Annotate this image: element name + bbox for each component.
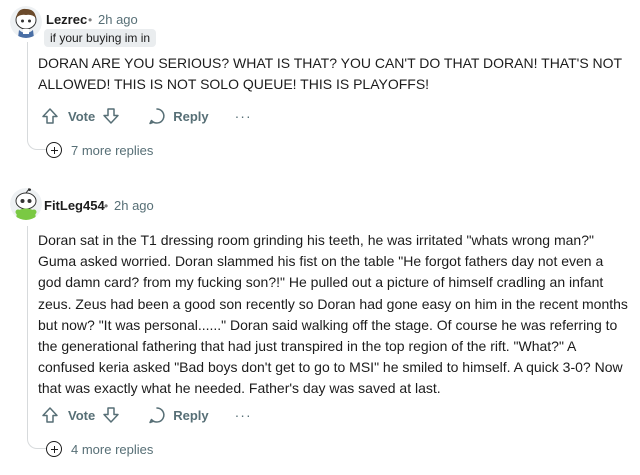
more-replies-button[interactable]: 7 more replies — [46, 142, 153, 158]
meta-separator: • — [104, 199, 109, 213]
snoo-avatar-icon[interactable] — [10, 188, 42, 220]
thread-line — [27, 226, 28, 437]
vote-count: Vote — [68, 108, 96, 124]
comment-actions: Vote Reply ··· — [40, 403, 252, 427]
reply-label: Reply — [173, 108, 209, 124]
reply-label: Reply — [173, 407, 209, 423]
reply-button[interactable]: Reply — [147, 106, 209, 126]
upvote-icon[interactable] — [40, 405, 60, 425]
thread-connector — [27, 138, 47, 150]
snoo-avatar-icon[interactable] — [10, 6, 42, 38]
more-replies-label: 4 more replies — [71, 441, 154, 457]
comment-body: DORAN ARE YOU SERIOUS? WHAT IS THAT? YOU… — [38, 55, 622, 93]
plus-circle-icon — [46, 441, 62, 457]
thread-line — [27, 42, 28, 138]
comment-actions: Vote Reply ··· — [40, 104, 252, 128]
vote-count: Vote — [68, 407, 96, 423]
more-replies-label: 7 more replies — [71, 142, 154, 158]
speech-bubble-icon — [147, 405, 167, 425]
user-flair: if your buying im in — [44, 29, 157, 47]
upvote-icon[interactable] — [40, 106, 60, 126]
meta-separator: • — [88, 13, 93, 27]
comment-author[interactable]: FitLeg454 — [44, 198, 105, 213]
vote-group: Vote — [40, 405, 121, 425]
thread-connector — [27, 437, 47, 449]
comment-header: FitLeg454 • 2h ago — [0, 184, 640, 220]
reply-button[interactable]: Reply — [147, 405, 209, 425]
comment-timestamp[interactable]: 2h ago — [114, 198, 154, 213]
comment-timestamp[interactable]: 2h ago — [98, 12, 138, 27]
downvote-icon[interactable] — [101, 405, 121, 425]
vote-group: Vote — [40, 106, 121, 126]
plus-circle-icon — [46, 142, 62, 158]
speech-bubble-icon — [147, 106, 167, 126]
more-options-icon[interactable]: ··· — [235, 108, 252, 124]
comment-body: Doran sat in the T1 dressing room grindi… — [38, 232, 628, 397]
downvote-icon[interactable] — [101, 106, 121, 126]
more-options-icon[interactable]: ··· — [235, 407, 252, 423]
comment-author[interactable]: Lezrec — [46, 12, 87, 27]
comment-header: Lezrec • 2h ago if your buying im in — [0, 3, 640, 47]
more-replies-button[interactable]: 4 more replies — [46, 441, 153, 457]
